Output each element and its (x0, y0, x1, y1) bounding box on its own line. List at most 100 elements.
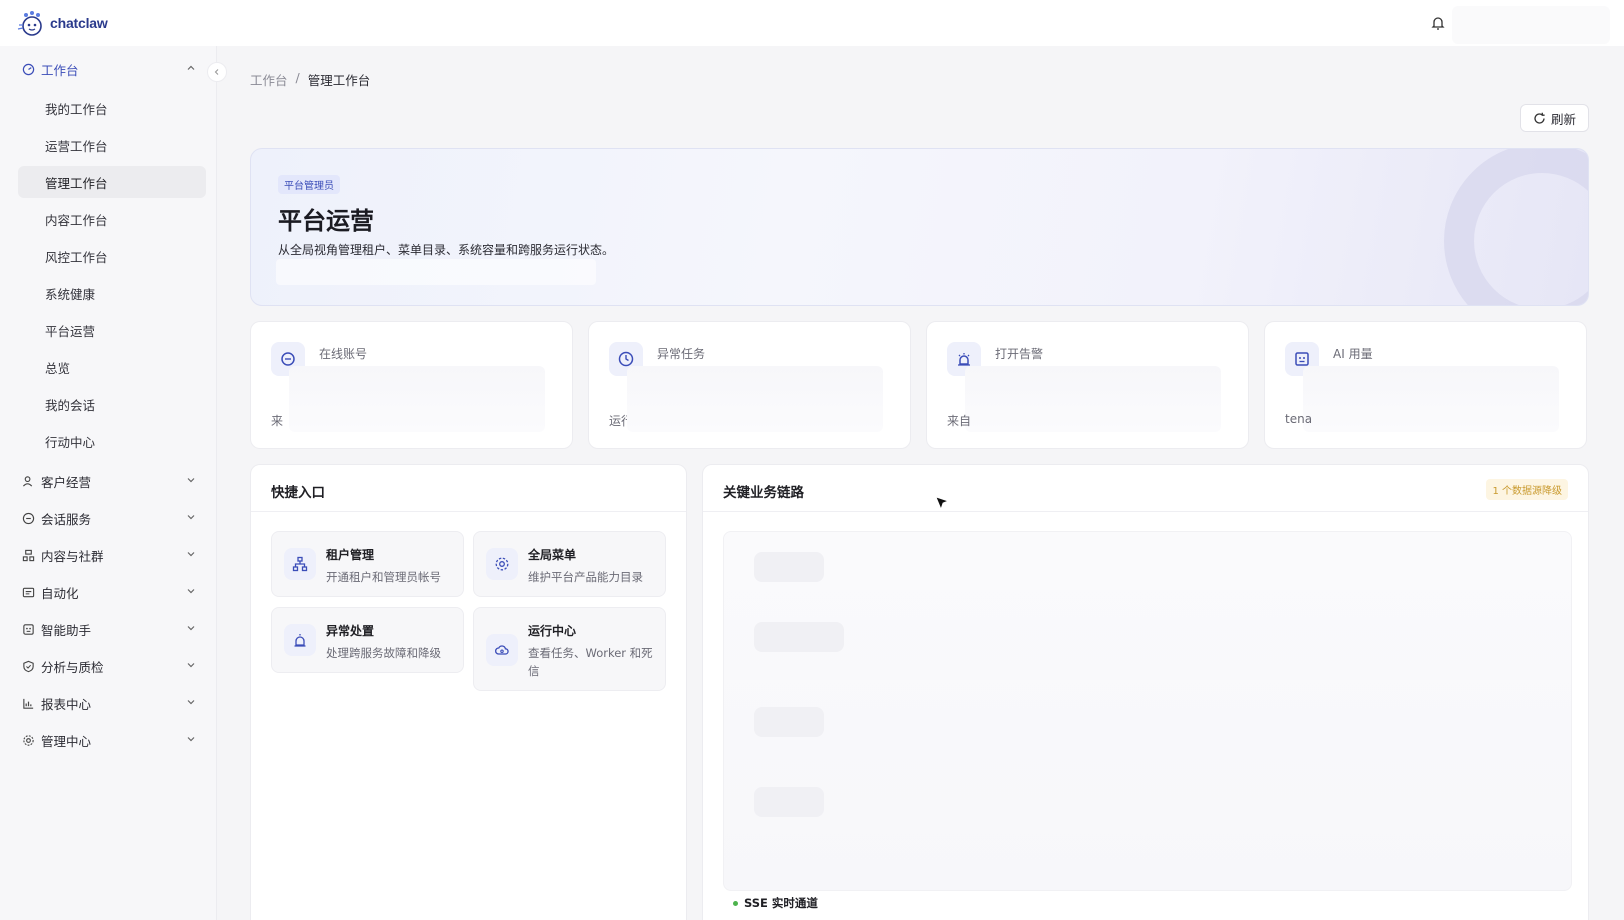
quick-card-title: 运行中心 (528, 624, 577, 638)
user-profile-area[interactable] (1452, 6, 1610, 44)
stat-footnote: 运行 (609, 414, 627, 428)
sidebar-group-workspace[interactable]: 工作台 (18, 54, 206, 84)
refresh-icon (1534, 112, 1545, 124)
status-dot (733, 900, 738, 906)
sidebar: 工作台 我的工作台 运营工作台 管理工作台 内容工作台 风控工作台 系统健康 平… (0, 46, 217, 920)
stat-card-ai-usage: AI 用量 tena (1264, 321, 1587, 449)
business-chain-panel: 关键业务链路 1 个数据源降级 SSE 实时通道 (702, 464, 1589, 920)
sidebar-item-my-workspace[interactable]: 我的工作台 (18, 92, 206, 124)
customer-icon (22, 475, 33, 487)
sidebar-item-action-center[interactable]: 行动中心 (18, 425, 206, 457)
stat-value-placeholder (289, 366, 545, 432)
mouse-cursor-icon (935, 496, 950, 511)
chain-node-placeholder (754, 622, 844, 652)
stat-value-placeholder (1303, 366, 1559, 432)
community-icon (22, 549, 35, 561)
stat-value-placeholder (627, 366, 883, 432)
sidebar-group-reports[interactable]: 报表中心 (18, 688, 206, 718)
breadcrumb-current: 管理工作台 (307, 73, 371, 88)
sidebar-item-label: 我的工作台 (45, 101, 108, 117)
org-icon (284, 548, 316, 580)
chat-icon (22, 512, 35, 524)
automation-icon (22, 587, 35, 597)
degraded-source-badge: 1 个数据源降级 (1486, 479, 1568, 500)
quick-card-desc: 查看任务、Worker 和死信 (528, 646, 653, 678)
sidebar-item-platform-ops[interactable]: 平台运营 (18, 314, 206, 346)
divider (251, 511, 686, 512)
sidebar-group-label: 会话服务 (41, 511, 92, 527)
chain-node-placeholder (754, 787, 824, 817)
sidebar-item-my-sessions[interactable]: 我的会话 (18, 388, 206, 420)
panel-title: 关键业务链路 (723, 485, 804, 501)
sidebar-group-label: 工作台 (41, 62, 79, 78)
chevron-down-icon (187, 626, 195, 631)
sidebar-item-label: 内容工作台 (45, 212, 108, 228)
stat-value-placeholder (965, 366, 1221, 432)
sidebar-group-automation[interactable]: 自动化 (18, 577, 206, 607)
panel-title: 快捷入口 (271, 485, 325, 501)
chain-node-placeholder (754, 707, 824, 737)
sse-label: SSE 实时通道 (744, 896, 818, 910)
sse-status: SSE 实时通道 (733, 895, 818, 911)
quick-card-desc: 维护平台产品能力目录 (528, 570, 643, 584)
sidebar-item-label: 平台运营 (45, 323, 96, 339)
sidebar-item-label: 我的会话 (45, 397, 96, 413)
chevron-down-icon (187, 552, 195, 557)
quick-card-desc: 开通租户和管理员帐号 (326, 570, 441, 584)
chevron-down-icon (187, 700, 195, 705)
sidebar-item-ops-workspace[interactable]: 运营工作台 (18, 129, 206, 161)
hero-banner: 平台管理员 平台运营 从全局视角管理租户、菜单目录、系统容量和跨服务运行状态。 (250, 148, 1589, 306)
refresh-label: 刷新 (1550, 111, 1576, 127)
chevron-down-icon (187, 478, 195, 483)
sidebar-item-label: 总览 (45, 360, 71, 376)
stat-card-online-accounts: 在线账号 来 (250, 321, 573, 449)
refresh-button[interactable]: 刷新 (1520, 104, 1589, 132)
page-title: 平台运营 (278, 207, 374, 235)
dashboard-icon (22, 63, 35, 75)
sidebar-item-label: 系统健康 (45, 286, 96, 302)
chain-flow-placeholder (723, 531, 1572, 891)
role-badge: 平台管理员 (278, 175, 340, 194)
sidebar-group-customer[interactable]: 客户经营 (18, 466, 206, 496)
assistant-icon (23, 623, 34, 635)
sidebar-group-content-community[interactable]: 内容与社群 (18, 540, 206, 570)
breadcrumb-root[interactable]: 工作台 (250, 70, 288, 89)
bell-icon[interactable] (1430, 15, 1446, 31)
stat-footnote: 来自 (947, 414, 972, 428)
quick-card-operations-center[interactable]: 运行中心 查看任务、Worker 和死信 (473, 607, 666, 691)
stat-card-open-alerts: 打开告警 来自 (926, 321, 1249, 449)
chevron-down-icon (187, 737, 195, 742)
sidebar-group-assistant[interactable]: 智能助手 (18, 614, 206, 644)
sidebar-group-chat-service[interactable]: 会话服务 (18, 503, 206, 533)
chevron-down-icon (187, 589, 195, 594)
alarm-icon (284, 624, 316, 656)
sidebar-item-risk-workspace[interactable]: 风控工作台 (18, 240, 206, 272)
stat-label: AI 用量 (1333, 347, 1373, 361)
sidebar-item-content-workspace[interactable]: 内容工作台 (18, 203, 206, 235)
app-name: chatclaw (50, 15, 108, 31)
chart-icon (23, 698, 34, 709)
quick-card-tenant-management[interactable]: 租户管理 开通租户和管理员帐号 (271, 531, 464, 597)
quick-card-title: 全局菜单 (528, 548, 577, 562)
sidebar-item-label: 风控工作台 (45, 249, 108, 265)
stat-card-abnormal-tasks: 异常任务 运行 (588, 321, 911, 449)
chain-node-placeholder (754, 552, 824, 582)
app-logo[interactable]: chatclaw (16, 9, 108, 37)
sidebar-item-overview[interactable]: 总览 (18, 351, 206, 383)
sidebar-group-label: 报表中心 (41, 696, 92, 712)
sidebar-item-label: 运营工作台 (45, 138, 108, 154)
sidebar-item-admin-workspace[interactable]: 管理工作台 (18, 166, 206, 198)
sidebar-group-analysis[interactable]: 分析与质检 (18, 651, 206, 681)
sidebar-item-label: 管理工作台 (45, 175, 108, 191)
chevron-down-icon (187, 663, 195, 668)
sidebar-group-label: 分析与质检 (41, 659, 104, 675)
quick-card-global-menu[interactable]: 全局菜单 维护平台产品能力目录 (473, 531, 666, 597)
quick-entry-panel: 快捷入口 租户管理 开通租户和管理员帐号 全局菜单 维护平台产品能力目录 异常处… (250, 464, 687, 920)
quick-card-exception-handling[interactable]: 异常处置 处理跨服务故障和降级 (271, 607, 464, 673)
sidebar-item-system-health[interactable]: 系统健康 (18, 277, 206, 309)
sidebar-group-admin-center[interactable]: 管理中心 (18, 725, 206, 755)
quick-card-title: 租户管理 (326, 548, 375, 562)
sidebar-collapse-button[interactable] (207, 62, 227, 82)
page-description: 从全局视角管理租户、菜单目录、系统容量和跨服务运行状态。 (278, 243, 615, 257)
breadcrumb-separator: / (295, 70, 300, 85)
